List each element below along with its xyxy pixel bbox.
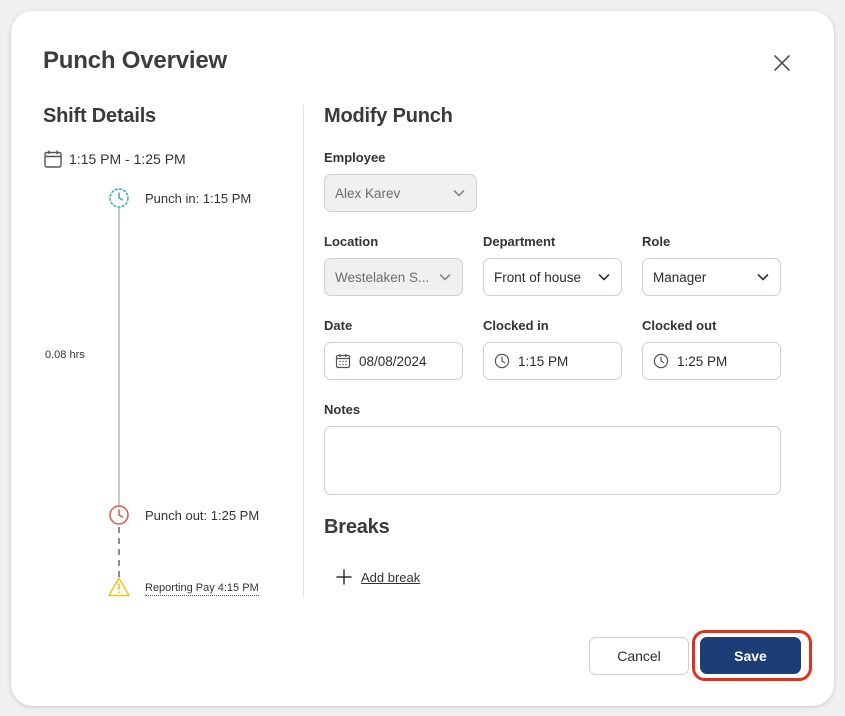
timeline-line [118, 208, 120, 506]
department-label: Department [483, 234, 556, 249]
clock-icon [494, 353, 510, 369]
punch-out-clock-icon [108, 504, 130, 526]
save-button[interactable]: Save [700, 637, 801, 674]
clocked-out-label: Clocked out [642, 318, 717, 333]
employee-label: Employee [324, 150, 386, 165]
cancel-button[interactable]: Cancel [589, 637, 689, 675]
location-value: Westelaken S... [335, 269, 430, 285]
clocked-in-label: Clocked in [483, 318, 549, 333]
punch-in-clock-icon [108, 187, 130, 209]
clocked-in-input[interactable]: 1:15 PM [483, 342, 622, 380]
shift-range-text: 1:15 PM - 1:25 PM [69, 151, 186, 167]
employee-select: Alex Karev [324, 174, 477, 212]
date-label: Date [324, 318, 353, 333]
breaks-title: Breaks [324, 516, 390, 538]
punch-out-label: Punch out: 1:25 PM [145, 508, 260, 523]
calendar-icon [335, 354, 351, 369]
shift-range: 1:15 PM - 1:25 PM [43, 149, 186, 169]
date-value: 08/08/2024 [359, 353, 427, 369]
punch-in-label: Punch in: 1:15 PM [145, 191, 252, 206]
employee-value: Alex Karev [335, 185, 401, 201]
add-break-button[interactable]: Add break [335, 568, 420, 586]
shift-details-title: Shift Details [43, 105, 156, 127]
reporting-pay-link[interactable]: Reporting Pay 4:15 PM [145, 581, 259, 596]
location-label: Location [324, 234, 379, 249]
warning-icon [108, 576, 130, 598]
modify-punch-title: Modify Punch [324, 105, 453, 127]
calendar-icon [44, 150, 62, 168]
punch-overview-modal: Punch Overview Shift Details 1:15 PM - 1… [11, 11, 834, 706]
date-input[interactable]: 08/08/2024 [324, 342, 463, 380]
location-select: Westelaken S... [324, 258, 463, 296]
plus-icon [336, 569, 352, 585]
notes-textarea[interactable] [324, 426, 781, 495]
department-select[interactable]: Front of house [483, 258, 622, 296]
shift-duration: 0.08 hrs [45, 349, 85, 361]
chevron-down-icon [757, 274, 769, 281]
timeline-dashed-line [118, 527, 120, 577]
role-value: Manager [653, 269, 707, 285]
notes-label: Notes [324, 402, 361, 417]
clocked-in-value: 1:15 PM [518, 353, 569, 369]
role-label: Role [642, 234, 671, 249]
modal-title: Punch Overview [43, 47, 227, 74]
clocked-out-input[interactable]: 1:25 PM [642, 342, 781, 380]
add-break-label: Add break [361, 569, 421, 585]
clocked-out-value: 1:25 PM [677, 353, 728, 369]
column-divider [303, 105, 304, 597]
chevron-down-icon [439, 274, 451, 281]
department-value: Front of house [494, 269, 582, 285]
close-icon[interactable] [771, 52, 793, 74]
chevron-down-icon [453, 190, 465, 197]
role-select[interactable]: Manager [642, 258, 781, 296]
chevron-down-icon [598, 274, 610, 281]
clock-icon [653, 353, 669, 369]
